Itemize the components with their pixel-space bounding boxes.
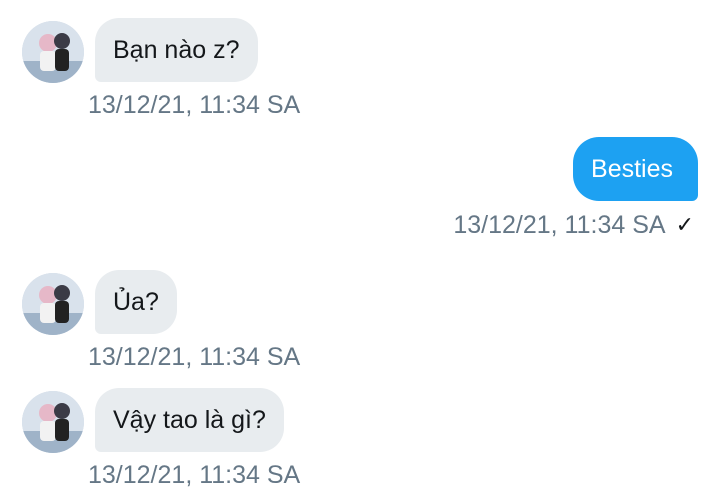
message-timestamp: 13/12/21, 11:34 SA [88, 343, 301, 371]
message-bubble-outgoing[interactable]: Besties [573, 137, 698, 201]
message-text: Besties [591, 155, 673, 183]
message-text: Ủa? [113, 288, 159, 316]
message-timestamp-row: 13/12/21, 11:34 SA ✓ [453, 210, 694, 240]
message-timestamp: 13/12/21, 11:34 SA [88, 461, 301, 489]
message-text: Bạn nào z? [113, 36, 240, 64]
check-icon: ✓ [675, 212, 694, 237]
message-bubble-incoming[interactable]: Vậy tao là gì? [95, 388, 284, 452]
avatar[interactable] [22, 391, 84, 453]
message-timestamp: 13/12/21, 11:34 SA [453, 211, 666, 239]
message-bubble-incoming[interactable]: Ủa? [95, 270, 177, 334]
message-bubble-incoming[interactable]: Bạn nào z? [95, 18, 258, 82]
avatar[interactable] [22, 21, 84, 83]
avatar[interactable] [22, 273, 84, 335]
message-timestamp: 13/12/21, 11:34 SA [88, 91, 301, 119]
message-text: Vậy tao là gì? [113, 406, 266, 434]
